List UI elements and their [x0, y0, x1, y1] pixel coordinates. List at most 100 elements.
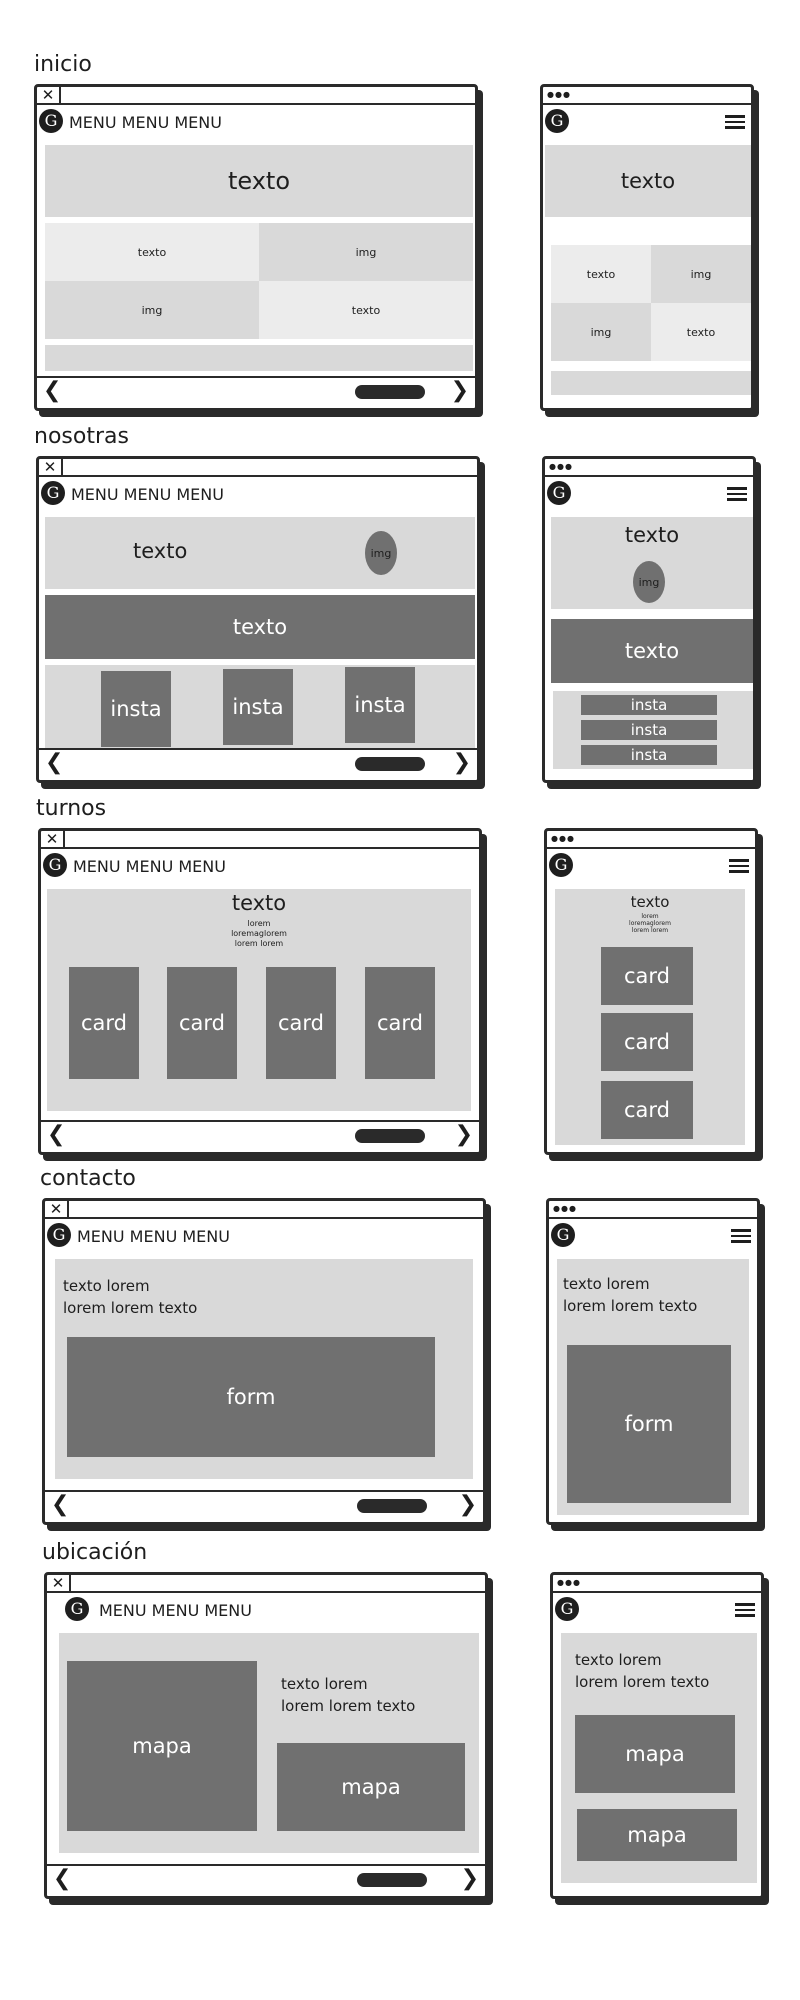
window-dots-icon: ●●●	[557, 1578, 581, 1587]
insta-item-1[interactable]: insta	[581, 695, 717, 715]
next-arrow-icon[interactable]: ❯	[453, 751, 471, 775]
turnos-line-3: lorem lorem	[631, 927, 669, 934]
card-3[interactable]: card	[601, 1081, 693, 1139]
logo-icon[interactable]: G	[547, 481, 571, 505]
hamburger-icon[interactable]	[727, 487, 747, 501]
menu-links[interactable]: MENU MENU MENU	[99, 1601, 252, 1620]
title-bar: ●●●	[543, 87, 751, 105]
hamburger-icon[interactable]	[725, 115, 745, 129]
title-bar: ✕	[41, 831, 479, 849]
bottom-bar: ❮ ❯	[45, 1490, 483, 1522]
logo-icon[interactable]: G	[41, 481, 65, 505]
insta-row: insta insta insta	[45, 665, 475, 749]
ubicacion-text-1: texto lorem	[575, 1651, 662, 1669]
intro-img: img	[365, 531, 397, 575]
insta-item-3[interactable]: insta	[581, 745, 717, 765]
desktop-window-inicio: ✕ G MENU MENU MENU texto texto img img t…	[34, 84, 478, 411]
hamburger-icon[interactable]	[729, 859, 749, 873]
section-title-ubicacion: ubicación	[42, 1540, 148, 1565]
turnos-line-2: loremaglorem	[629, 920, 671, 927]
prev-arrow-icon[interactable]: ❮	[43, 379, 61, 403]
insta-tile-3[interactable]: insta	[345, 667, 415, 743]
close-icon[interactable]: ✕	[45, 1201, 69, 1217]
ubicacion-text-1: texto lorem	[281, 1675, 368, 1693]
ubicacion-text-2: lorem lorem texto	[281, 1697, 416, 1715]
scroll-handle[interactable]	[357, 1873, 427, 1887]
hamburger-icon[interactable]	[735, 1603, 755, 1617]
map-2[interactable]: mapa	[577, 1809, 737, 1861]
menu-links[interactable]: MENU MENU MENU	[69, 113, 222, 132]
window-dots-icon: ●●●	[551, 834, 575, 843]
map-1[interactable]: mapa	[575, 1715, 735, 1793]
prev-arrow-icon[interactable]: ❮	[51, 1493, 69, 1517]
logo-icon[interactable]: G	[551, 1223, 575, 1247]
next-arrow-icon[interactable]: ❯	[451, 379, 469, 403]
grid-text-2: texto	[651, 303, 751, 361]
close-icon[interactable]: ✕	[47, 1575, 71, 1591]
menu-links[interactable]: MENU MENU MENU	[73, 857, 226, 876]
map-large[interactable]: mapa	[67, 1661, 257, 1831]
section-title-nosotras: nosotras	[34, 424, 129, 449]
menu-links[interactable]: MENU MENU MENU	[77, 1227, 230, 1246]
card-2[interactable]: card	[167, 967, 237, 1079]
hamburger-icon[interactable]	[731, 1229, 751, 1243]
logo-icon[interactable]: G	[555, 1597, 579, 1621]
logo-icon[interactable]: G	[545, 109, 569, 133]
insta-tile-2[interactable]: insta	[223, 669, 293, 745]
turnos-title: texto	[231, 891, 287, 915]
scroll-handle[interactable]	[357, 1499, 427, 1513]
title-bar: ●●●	[549, 1201, 757, 1219]
close-icon[interactable]: ✕	[39, 459, 63, 475]
logo-icon[interactable]: G	[47, 1223, 71, 1247]
prev-arrow-icon[interactable]: ❮	[45, 751, 63, 775]
close-icon[interactable]: ✕	[37, 87, 61, 103]
footer-block	[45, 345, 473, 371]
title-bar: ●●●	[553, 1575, 761, 1593]
scroll-handle[interactable]	[355, 757, 425, 771]
hero-text-block: texto	[45, 145, 473, 217]
texto-banner: texto	[45, 595, 475, 659]
menu-links[interactable]: MENU MENU MENU	[71, 485, 224, 504]
grid-img-2: img	[551, 303, 651, 361]
insta-tile-1[interactable]: insta	[101, 671, 171, 747]
next-arrow-icon[interactable]: ❯	[461, 1867, 479, 1891]
logo-icon[interactable]: G	[43, 853, 67, 877]
grid-img-1: img	[651, 245, 751, 303]
scroll-handle[interactable]	[355, 385, 425, 399]
card-4[interactable]: card	[365, 967, 435, 1079]
window-dots-icon: ●●●	[549, 462, 573, 471]
section-title-inicio: inicio	[34, 52, 92, 77]
insta-item-2[interactable]: insta	[581, 720, 717, 740]
logo-icon[interactable]: G	[65, 1597, 89, 1621]
bottom-bar: ❮ ❯	[39, 748, 477, 780]
desktop-window-nosotras: ✕ G MENU MENU MENU texto img texto insta…	[36, 456, 480, 783]
turnos-panel: texto lorem loremaglorem lorem lorem car…	[47, 889, 471, 1111]
contact-form[interactable]: form	[567, 1345, 731, 1503]
grid-text-1: texto	[45, 223, 259, 281]
turnos-panel: texto lorem loremaglorem lorem lorem car…	[555, 889, 745, 1145]
card-1[interactable]: card	[69, 967, 139, 1079]
turnos-line-1: lorem	[247, 919, 271, 928]
map-small[interactable]: mapa	[277, 1743, 465, 1831]
logo-icon[interactable]: G	[39, 109, 63, 133]
desktop-window-ubicacion: ✕ G MENU MENU MENU mapa texto lorem lore…	[44, 1572, 488, 1899]
next-arrow-icon[interactable]: ❯	[455, 1123, 473, 1147]
texto-banner: texto	[551, 619, 753, 683]
close-icon[interactable]: ✕	[41, 831, 65, 847]
title-bar: ●●●	[547, 831, 755, 849]
contacto-text-2: lorem lorem texto	[563, 1297, 698, 1315]
ubicacion-panel: texto lorem lorem lorem texto mapa mapa	[561, 1633, 757, 1883]
logo-icon[interactable]: G	[549, 853, 573, 877]
card-2[interactable]: card	[601, 1013, 693, 1071]
prev-arrow-icon[interactable]: ❮	[53, 1867, 71, 1891]
prev-arrow-icon[interactable]: ❮	[47, 1123, 65, 1147]
next-arrow-icon[interactable]: ❯	[459, 1493, 477, 1517]
intro-block: texto img	[551, 517, 753, 609]
card-1[interactable]: card	[601, 947, 693, 1005]
contact-form[interactable]: form	[67, 1337, 435, 1457]
scroll-handle[interactable]	[355, 1129, 425, 1143]
bottom-bar: ❮ ❯	[41, 1120, 479, 1152]
hero-text-block: texto	[545, 145, 751, 217]
card-3[interactable]: card	[266, 967, 336, 1079]
grid-img-1: img	[259, 223, 473, 281]
